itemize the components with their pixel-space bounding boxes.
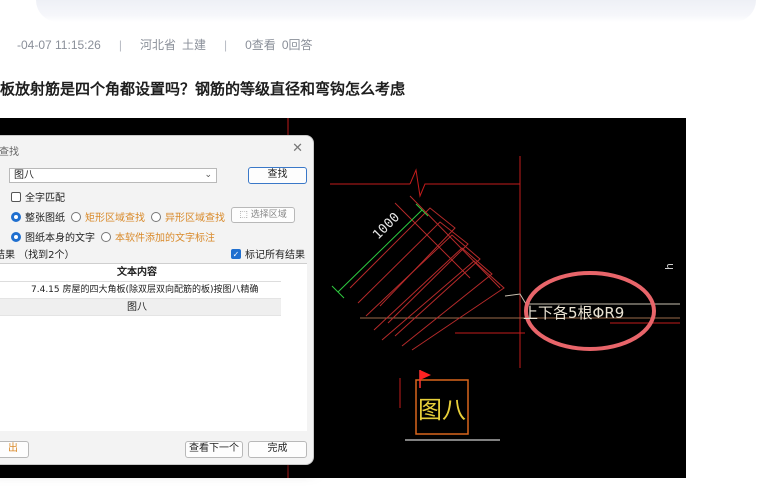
scope-whole-radio[interactable] [11, 211, 21, 222]
text-added-radio[interactable] [101, 231, 111, 242]
edge-mark-text: h [663, 263, 676, 270]
table-header: 文本内容 [0, 264, 281, 282]
select-region-button[interactable]: ⬚ 选择区域 [231, 207, 295, 223]
region-label[interactable]: 河北省 [140, 36, 176, 53]
meta-separator: | [118, 37, 122, 52]
post-date: -04-07 11:15:26 [17, 37, 101, 52]
close-icon[interactable]: ✕ [292, 141, 303, 156]
search-value: 图八 [14, 170, 34, 181]
dimension-text: 1000 [370, 210, 403, 243]
text-own-label: 图纸本身的文字 [25, 233, 95, 244]
result-count: 结果 （找到2个） [0, 246, 75, 261]
cad-rebar [409, 195, 501, 289]
done-button[interactable]: 完成 [248, 441, 307, 458]
text-source-options: 图纸本身的文字 本软件添加的文字标注 [11, 229, 215, 244]
full-match-checkbox[interactable] [11, 191, 21, 202]
text-own-radio[interactable] [11, 231, 21, 242]
scope-rect-radio[interactable] [71, 211, 81, 222]
category-label[interactable]: 土建 [182, 36, 206, 53]
view-next-button[interactable]: 查看下一个 [185, 441, 243, 458]
select-region-icon: ⬚ [239, 210, 248, 220]
rebar-note-text: 上下各5根ΦR9 [523, 304, 624, 322]
mark-all-label: 标记所有结果 [245, 250, 305, 261]
scope-irregular-radio[interactable] [151, 211, 161, 222]
card-top-shadow [36, 0, 756, 22]
full-match-option[interactable]: 全字匹配 [11, 189, 65, 204]
dialog-title: 查找 [0, 147, 19, 158]
text-added-label: 本软件添加的文字标注 [115, 233, 215, 244]
scope-irregular-label: 异形区域查找 [165, 213, 225, 224]
chevron-down-icon[interactable]: ⌄ [204, 169, 212, 182]
figure-label-text: 图八 [418, 396, 466, 424]
find-dialog: 查找 ✕ 图八 ⌄ 查找 全字匹配 整张图纸 矩形区域查找 异形区域查找 ⬚ 选… [0, 135, 314, 465]
result-label: 结果 （找到2个） [0, 250, 75, 261]
select-region-label: 选择区域 [250, 210, 287, 220]
results-table: 文本内容 7.4.15 房屋的四大角板(除双层双向配筋的板)按图八精确 图八 [0, 263, 307, 431]
mark-all-checkbox[interactable]: ✓ [231, 248, 241, 259]
scope-rect-label: 矩形区域查找 [85, 213, 145, 224]
table-row[interactable]: 7.4.15 房屋的四大角板(除双层双向配筋的板)按图八精确 [0, 282, 281, 299]
question-meta: -04-07 11:15:26 | 河北省 土建 | 0查看 0回答 [17, 36, 313, 53]
partial-button[interactable]: 出 [0, 441, 29, 458]
meta-separator: | [224, 37, 228, 52]
flag-marker [419, 370, 431, 388]
question-title: 板放射筋是四个角都设置吗？钢筋的等级直径和弯钩怎么考虑 [0, 80, 406, 98]
cad-break-line [409, 168, 520, 198]
scope-whole-label: 整张图纸 [25, 213, 65, 224]
search-combobox[interactable]: 图八 ⌄ [9, 168, 217, 183]
scope-options: 整张图纸 矩形区域查找 异形区域查找 [11, 209, 225, 224]
find-button[interactable]: 查找 [248, 167, 307, 184]
answer-count: 0回答 [281, 38, 313, 52]
view-count: 0查看 [245, 38, 276, 52]
mark-all-option[interactable]: ✓ 标记所有结果 [231, 246, 305, 261]
full-match-label: 全字匹配 [25, 193, 65, 204]
table-row[interactable]: 图八 [0, 299, 281, 316]
